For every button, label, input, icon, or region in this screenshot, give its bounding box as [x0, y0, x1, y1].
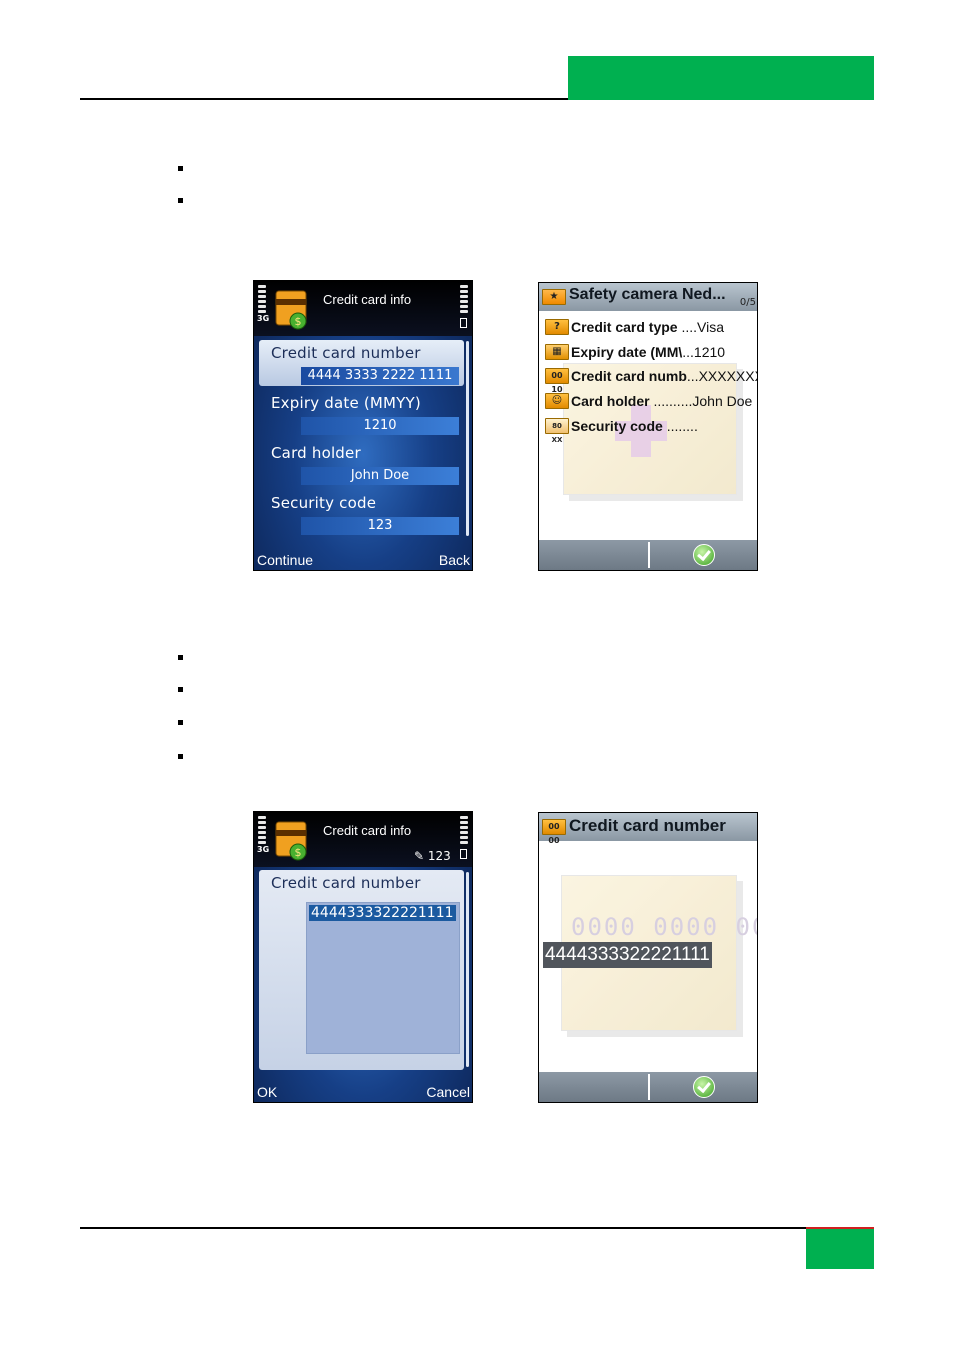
card-hint-text: 0000 0000 0000: [571, 913, 757, 941]
battery-icon: [460, 285, 468, 315]
person-icon: ☺: [545, 393, 569, 409]
softkey-bar: [539, 540, 757, 570]
phone-screen-number-entry: 3G $ Credit card info ✎ 123 Credit card …: [253, 811, 473, 1103]
battery-icon: [460, 816, 468, 846]
bullet: [178, 198, 183, 203]
network-indicator: 3G: [257, 845, 270, 854]
screen-title: Credit card number: [569, 816, 726, 835]
signal-strength-icon: [258, 816, 266, 846]
app-title: Credit card info: [323, 823, 412, 838]
row-card-holder[interactable]: Card holder ..........John Doe: [571, 393, 752, 409]
ok-check-icon[interactable]: [693, 544, 715, 566]
page-number-box: [806, 1229, 874, 1269]
signal-strength-icon: [258, 285, 266, 315]
field-value-holder[interactable]: John Doe: [301, 467, 459, 485]
pencil-icon: ✎: [414, 849, 425, 863]
number-icon: 00 00: [542, 819, 566, 845]
number-input[interactable]: 4444333322221111: [306, 902, 460, 1054]
card-number-value: 4444333322221111: [543, 942, 712, 968]
credit-card-app-icon: $: [274, 818, 312, 862]
bullet: [178, 166, 183, 171]
screen-title: Safety camera Ned...: [569, 286, 726, 303]
field-value-expiry[interactable]: 1210: [301, 417, 459, 435]
back-softkey[interactable]: Back: [439, 552, 470, 568]
phone-screen-credit-card-info: 3G $ Credit card info Credit card number…: [253, 280, 473, 571]
field-label-expiry: Expiry date (MMYY): [271, 394, 421, 412]
editor-panel: Credit card number 4444333322221111: [259, 870, 464, 1070]
field-value: 4444 3333 2222 1111: [301, 367, 459, 385]
row-security-code[interactable]: Security code ........: [571, 418, 698, 434]
input-mode-indicator: ✎ 123: [414, 849, 451, 863]
field-label: Credit card number: [271, 344, 421, 362]
calendar-icon: ▦: [545, 344, 569, 360]
app-icon: ★: [542, 289, 566, 305]
continue-softkey[interactable]: Continue: [257, 552, 313, 568]
row-credit-card-number[interactable]: Credit card numb...XXXXXXXXXX: [571, 368, 757, 384]
battery-indicator: [460, 849, 467, 859]
battery-indicator: [460, 318, 467, 328]
phone-screen-summary: ★ Safety camera Ned... 0/5 ? Credit card…: [538, 282, 758, 571]
footer-rule: [80, 1227, 874, 1229]
credit-card-app-icon: $: [274, 287, 312, 331]
number-icon: 00 10: [545, 368, 569, 394]
field-label: Credit card number: [271, 874, 421, 892]
input-text: 4444333322221111: [309, 905, 456, 921]
ok-check-icon[interactable]: [693, 1076, 715, 1098]
title-bar: 00 00 Credit card number: [539, 813, 757, 845]
bullet: [178, 687, 183, 692]
field-label-holder: Card holder: [271, 444, 361, 462]
softkey-bar: [539, 1072, 757, 1102]
title-bar: ★ Safety camera Ned... 0/5: [539, 283, 757, 311]
bullet: [178, 754, 183, 759]
phone-screen-card-number: 0000 0000 0000 00 00 Credit card number …: [538, 812, 758, 1103]
network-indicator: 3G: [257, 314, 270, 323]
page-counter: 0/5: [739, 297, 756, 308]
header-green-bar: [568, 56, 874, 100]
bullet: [178, 720, 183, 725]
app-title: Credit card info: [323, 292, 412, 307]
row-credit-card-type[interactable]: Credit card type ....Visa: [571, 319, 724, 335]
question-icon: ?: [545, 319, 569, 335]
svg-text:$: $: [295, 846, 302, 859]
svg-text:$: $: [295, 315, 302, 328]
field-credit-card-number[interactable]: Credit card number 4444 3333 2222 1111: [259, 340, 464, 386]
scrollbar[interactable]: [466, 341, 469, 536]
ok-softkey[interactable]: OK: [257, 1084, 277, 1100]
row-expiry-date[interactable]: Expiry date (MM\...1210: [571, 344, 725, 360]
scrollbar[interactable]: [466, 872, 469, 1067]
field-label-security: Security code: [271, 494, 377, 512]
field-value-security[interactable]: 123: [301, 517, 459, 535]
code-icon: 80 XX: [545, 418, 569, 444]
cancel-softkey[interactable]: Cancel: [426, 1084, 470, 1100]
bullet: [178, 655, 183, 660]
